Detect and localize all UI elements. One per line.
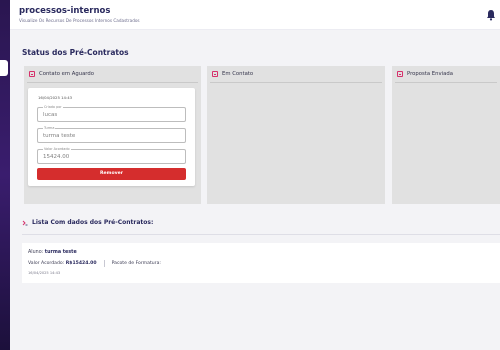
- column-divider: [27, 82, 198, 83]
- field-value: lucas: [43, 112, 58, 118]
- card-timestamp: 16/04/2025 14:43: [38, 95, 73, 100]
- column-divider: [395, 82, 497, 83]
- field-label: Turma: [43, 126, 56, 130]
- app-subtitle: Visualize Os Recursos De Processos Inter…: [19, 18, 140, 23]
- column-header: Contato em Aguardo: [29, 71, 94, 77]
- column-header: Em Contato: [212, 71, 253, 77]
- column-divider: [210, 82, 382, 83]
- valor-label: Valor Acordado:: [28, 261, 65, 266]
- field-label: Valor Acordado: [43, 147, 71, 151]
- bell-icon[interactable]: [486, 9, 496, 21]
- field-value: 15424.00: [43, 154, 70, 160]
- kanban-icon: [212, 71, 218, 77]
- list-header: Lista Com dados dos Pré-Contratos:: [22, 219, 153, 226]
- app-title: processos-internos: [19, 6, 111, 16]
- valor-acordado-field[interactable]: Valor Acordado 15424.00: [37, 147, 186, 164]
- sidebar-toggle-tab[interactable]: [0, 60, 8, 76]
- field-label: Criado por: [43, 105, 63, 109]
- sidebar: [0, 0, 10, 350]
- list-icon: [22, 220, 28, 226]
- valor-row: Valor Acordado: R$15424.00 Pacote de For…: [28, 260, 161, 267]
- field-value: turma teste: [43, 133, 76, 139]
- list-item[interactable]: Aluno: turma teste Valor Acordado: R$154…: [22, 243, 500, 283]
- column-em-contato: Em Contato: [207, 66, 385, 204]
- column-title: Proposta Enviada: [407, 71, 453, 77]
- list-divider: [22, 234, 500, 235]
- column-title: Contato em Aguardo: [39, 71, 94, 77]
- valor-value: R$15424.00: [65, 261, 97, 266]
- column-header: Proposta Enviada: [397, 71, 453, 77]
- turma-field[interactable]: Turma turma teste: [37, 126, 186, 143]
- created-by-field[interactable]: Criado por lucas: [37, 105, 186, 122]
- kanban-icon: [397, 71, 403, 77]
- pre-contract-card[interactable]: 16/04/2025 14:43 Criado por lucas Turma …: [28, 88, 195, 186]
- aluno-row: Aluno: turma teste: [28, 250, 77, 255]
- column-title: Em Contato: [222, 71, 254, 77]
- remove-button[interactable]: Remover: [37, 168, 186, 180]
- divider: [103, 260, 105, 267]
- column-proposta-enviada: Proposta Enviada: [392, 66, 500, 204]
- list-title: Lista Com dados dos Pré-Contratos:: [32, 219, 154, 226]
- list-item-timestamp: 16/04/2025 14:43: [28, 271, 61, 275]
- top-bar: processos-internos Visualize Os Recursos…: [10, 0, 500, 30]
- aluno-label: Aluno:: [28, 250, 44, 255]
- board-title: Status dos Pré-Contratos: [22, 48, 129, 57]
- pacote-label: Pacote de Formatura:: [111, 261, 161, 266]
- aluno-value: turma teste: [44, 250, 77, 255]
- kanban-icon: [29, 71, 35, 77]
